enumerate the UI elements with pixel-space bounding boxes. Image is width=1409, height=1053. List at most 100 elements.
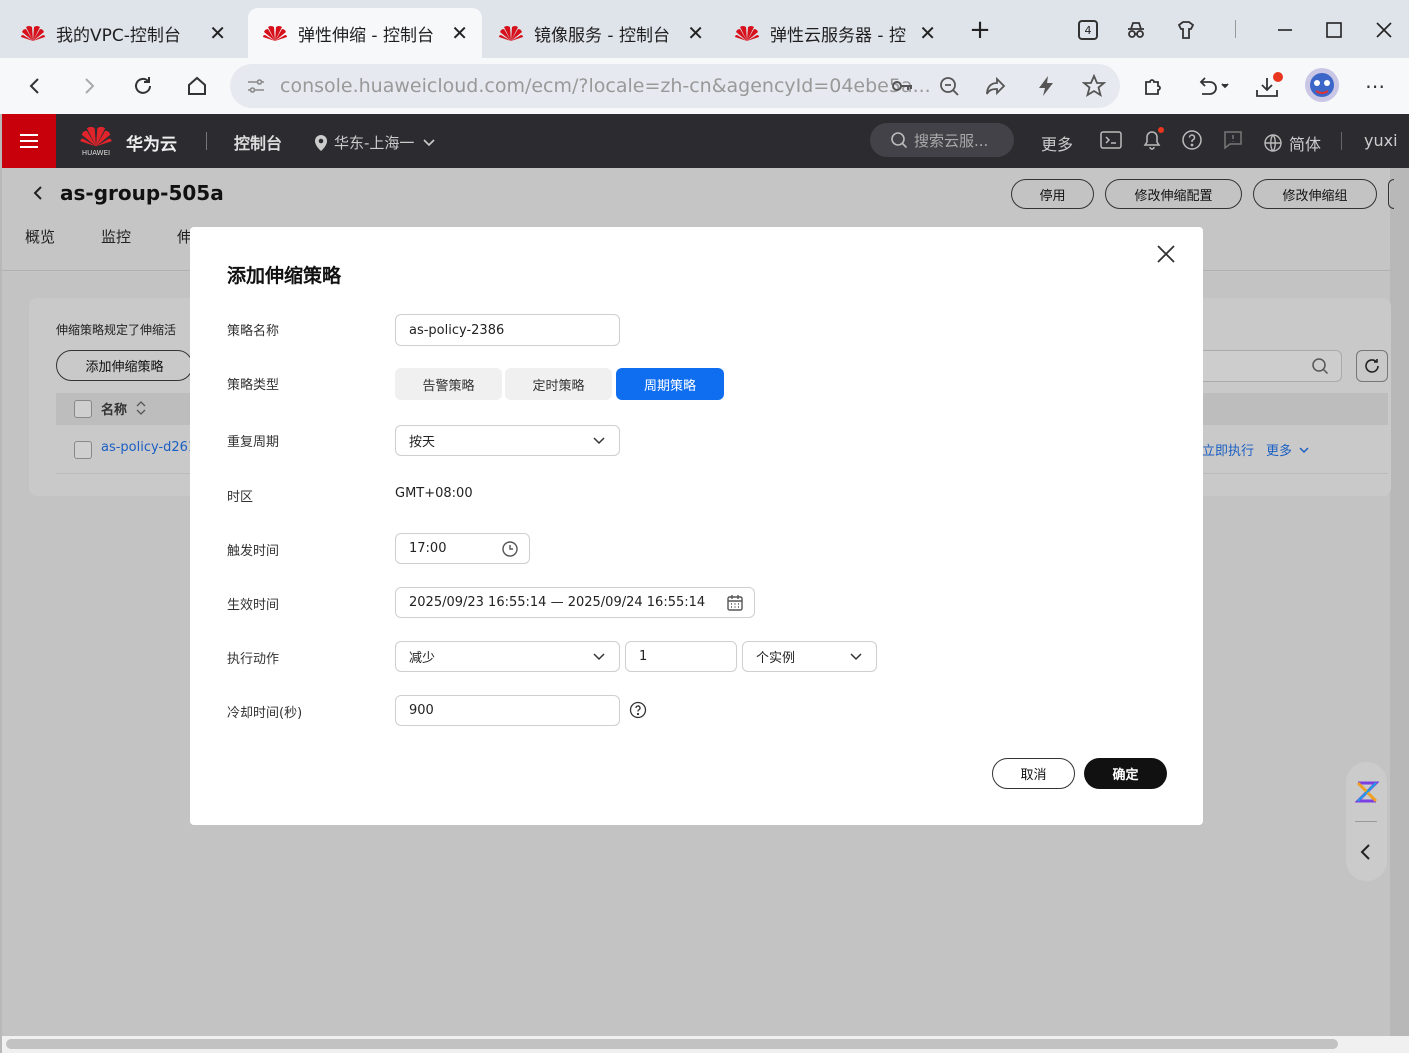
horizontal-scrollbar[interactable] bbox=[2, 1036, 1409, 1053]
repeat-period-select[interactable]: 按天 bbox=[395, 425, 620, 456]
tab-count-button[interactable]: 4 bbox=[1070, 14, 1106, 46]
extensions-icon[interactable] bbox=[1168, 14, 1204, 46]
action-select[interactable]: 减少 bbox=[395, 641, 620, 672]
hamburger-menu-icon[interactable] bbox=[2, 114, 56, 168]
close-tab-icon[interactable]: ✕ bbox=[209, 21, 226, 45]
repeat-period-value: 按天 bbox=[409, 435, 436, 450]
forward-icon[interactable] bbox=[72, 70, 106, 102]
confirm-button[interactable]: 确定 bbox=[1084, 758, 1167, 789]
trigger-time-label: 触发时间 bbox=[227, 544, 280, 559]
chevron-down-icon bbox=[593, 652, 605, 660]
divider bbox=[206, 132, 207, 150]
execute-now-link[interactable]: 立即执行 bbox=[1202, 440, 1254, 459]
tab-monitor[interactable]: 监控 bbox=[101, 226, 131, 247]
back-arrow-icon[interactable] bbox=[30, 184, 46, 202]
back-icon[interactable] bbox=[18, 70, 52, 102]
puzzle-extension-icon[interactable] bbox=[1142, 74, 1166, 98]
help-icon[interactable] bbox=[1181, 129, 1203, 151]
chevron-down-icon bbox=[850, 652, 862, 660]
tab-title: 弹性伸缩 - 控制台 bbox=[298, 25, 434, 46]
password-key-icon[interactable] bbox=[890, 75, 914, 97]
huawei-logo-icon bbox=[499, 26, 523, 41]
cooldown-help-icon[interactable] bbox=[629, 701, 647, 719]
download-icon[interactable] bbox=[1254, 72, 1284, 100]
row-checkbox[interactable] bbox=[74, 441, 92, 459]
notification-bell-icon[interactable] bbox=[1140, 126, 1166, 152]
share-icon[interactable] bbox=[985, 75, 1007, 97]
tab-title: 我的VPC-控制台 bbox=[56, 25, 181, 46]
language-selector[interactable]: 简体 bbox=[1263, 131, 1321, 155]
maximize-icon[interactable] bbox=[1316, 14, 1352, 46]
home-icon[interactable] bbox=[180, 70, 214, 102]
close-window-icon[interactable] bbox=[1366, 14, 1402, 46]
new-tab-button[interactable]: + bbox=[962, 14, 998, 46]
collapse-left-icon[interactable] bbox=[1358, 842, 1374, 862]
profile-avatar[interactable] bbox=[1305, 68, 1339, 102]
type-alarm-option[interactable]: 告警策略 bbox=[395, 368, 502, 400]
region-selector[interactable]: 华东-上海一 bbox=[314, 132, 436, 153]
tab-vpc[interactable]: 我的VPC-控制台 ✕ bbox=[6, 8, 240, 58]
minimize-icon[interactable] bbox=[1267, 14, 1303, 46]
policy-name-link[interactable]: as-policy-d261 bbox=[101, 440, 196, 455]
site-settings-icon[interactable] bbox=[246, 77, 266, 95]
refresh-button[interactable] bbox=[1356, 350, 1388, 382]
tab-auto-scaling[interactable]: 弹性伸缩 - 控制台 ✕ bbox=[248, 8, 482, 58]
tab-overview[interactable]: 概览 bbox=[25, 226, 55, 247]
effective-time-range-input[interactable]: 2025/09/23 16:55:14 — 2025/09/24 16:55:1… bbox=[395, 587, 755, 618]
user-name[interactable]: yuxi bbox=[1364, 131, 1409, 150]
close-dialog-icon[interactable] bbox=[1156, 244, 1176, 264]
select-all-checkbox[interactable] bbox=[74, 400, 92, 418]
undo-dropdown-icon[interactable] bbox=[1196, 74, 1230, 98]
chevron-down-icon bbox=[423, 138, 435, 146]
search-cloud-input[interactable]: 搜索云服... bbox=[870, 123, 1014, 157]
close-tab-icon[interactable]: ✕ bbox=[687, 21, 704, 45]
more-link[interactable]: 更多 bbox=[1041, 131, 1073, 155]
sort-icon[interactable] bbox=[135, 401, 147, 415]
console-link[interactable]: 控制台 bbox=[234, 130, 282, 154]
region-label: 华东-上海一 bbox=[334, 134, 415, 152]
terminal-icon[interactable] bbox=[1100, 130, 1122, 150]
divider bbox=[1235, 20, 1236, 38]
effective-time-value: 2025/09/23 16:55:14 — 2025/09/24 16:55:1… bbox=[409, 595, 706, 610]
feedback-icon[interactable] bbox=[1222, 129, 1244, 151]
policy-name-input[interactable]: as-policy-2386 bbox=[395, 314, 620, 346]
close-tab-icon[interactable]: ✕ bbox=[451, 21, 468, 45]
favorite-star-icon[interactable] bbox=[1082, 74, 1106, 98]
trigger-time-input[interactable]: 17:00 bbox=[395, 533, 530, 564]
more-dropdown-link[interactable]: 更多 bbox=[1266, 440, 1310, 459]
incognito-icon[interactable] bbox=[1118, 14, 1154, 46]
clock-icon bbox=[502, 540, 518, 557]
type-scheduled-option[interactable]: 定时策略 bbox=[505, 368, 612, 400]
tab-image-service[interactable]: 镜像服务 - 控制台 ✕ bbox=[484, 8, 718, 58]
scrollbar-thumb[interactable] bbox=[6, 1039, 1338, 1049]
brand-name[interactable]: 华为云 bbox=[126, 130, 177, 155]
zoom-out-icon[interactable] bbox=[938, 75, 960, 97]
edit-group-button[interactable]: 修改伸缩组 bbox=[1253, 179, 1377, 209]
more-actions-edge[interactable] bbox=[1388, 179, 1394, 209]
assistant-logo-icon[interactable] bbox=[1355, 780, 1379, 804]
tab-title: 镜像服务 - 控制台 bbox=[534, 25, 670, 46]
huawei-logo[interactable]: HUAWEI bbox=[78, 123, 114, 159]
globe-icon bbox=[1264, 134, 1282, 152]
more-menu-icon[interactable]: ⋯ bbox=[1358, 70, 1392, 102]
edit-config-button[interactable]: 修改伸缩配置 bbox=[1105, 179, 1242, 209]
search-placeholder: 搜索云服... bbox=[914, 131, 989, 150]
disable-button[interactable]: 停用 bbox=[1011, 179, 1094, 209]
cooldown-input[interactable]: 900 bbox=[395, 695, 620, 726]
column-name-header[interactable]: 名称 bbox=[101, 399, 127, 418]
search-policy-input[interactable] bbox=[1198, 350, 1342, 382]
reload-icon[interactable] bbox=[126, 70, 160, 102]
action-unit-select[interactable]: 个实例 bbox=[742, 641, 877, 672]
add-policy-button[interactable]: 添加伸缩策略 bbox=[56, 350, 193, 381]
cancel-button[interactable]: 取消 bbox=[992, 758, 1075, 789]
action-unit-value: 个实例 bbox=[756, 651, 796, 666]
action-count-input[interactable]: 1 bbox=[625, 641, 737, 672]
repeat-period-label: 重复周期 bbox=[227, 435, 280, 450]
huawei-logo-icon bbox=[263, 26, 287, 41]
tab-ecs[interactable]: 弹性云服务器 - 控 ✕ bbox=[720, 8, 950, 58]
dialog-title: 添加伸缩策略 bbox=[227, 265, 342, 287]
policy-name-value: as-policy-2386 bbox=[409, 322, 505, 338]
type-periodic-option[interactable]: 周期策略 bbox=[616, 368, 724, 400]
close-tab-icon[interactable]: ✕ bbox=[919, 21, 936, 45]
lightning-icon[interactable] bbox=[1036, 75, 1056, 97]
